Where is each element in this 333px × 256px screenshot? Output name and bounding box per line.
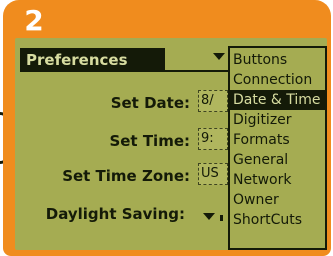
set-time-zone-label: Set Time Zone: xyxy=(62,167,190,185)
step-number-badge: 2 xyxy=(24,4,44,37)
daylight-saving-label: Daylight Saving: xyxy=(45,205,185,223)
menu-item-general[interactable]: General xyxy=(230,150,325,170)
set-date-field[interactable]: 8/ xyxy=(198,90,228,112)
category-dropdown-arrow-icon[interactable] xyxy=(213,53,225,60)
menu-item-date-time[interactable]: Date & Time xyxy=(230,90,325,110)
menu-item-formats[interactable]: Formats xyxy=(230,130,325,150)
callout-frame: 2 Preferences Set Date: 8/ Set Time: 9: … xyxy=(3,0,331,256)
app-title: Preferences xyxy=(20,48,165,72)
menu-item-connection[interactable]: Connection xyxy=(230,70,325,90)
set-time-zone-field[interactable]: US xyxy=(198,163,228,185)
menu-item-buttons[interactable]: Buttons xyxy=(230,50,325,70)
menu-item-owner[interactable]: Owner xyxy=(230,190,325,210)
device-screen: Preferences Set Date: 8/ Set Time: 9: Se… xyxy=(15,38,327,250)
set-date-label: Set Date: xyxy=(110,94,190,112)
set-time-field[interactable]: 9: xyxy=(198,128,228,150)
menu-item-digitizer[interactable]: Digitizer xyxy=(230,110,325,130)
menu-item-shortcuts[interactable]: ShortCuts xyxy=(230,210,325,230)
daylight-saving-dropdown-arrow-icon[interactable] xyxy=(203,213,215,220)
menu-item-network[interactable]: Network xyxy=(230,170,325,190)
category-popup-menu[interactable]: Buttons Connection Date & Time Digitizer… xyxy=(228,46,327,250)
daylight-saving-value-mark xyxy=(220,215,223,221)
set-time-label: Set Time: xyxy=(109,132,190,150)
